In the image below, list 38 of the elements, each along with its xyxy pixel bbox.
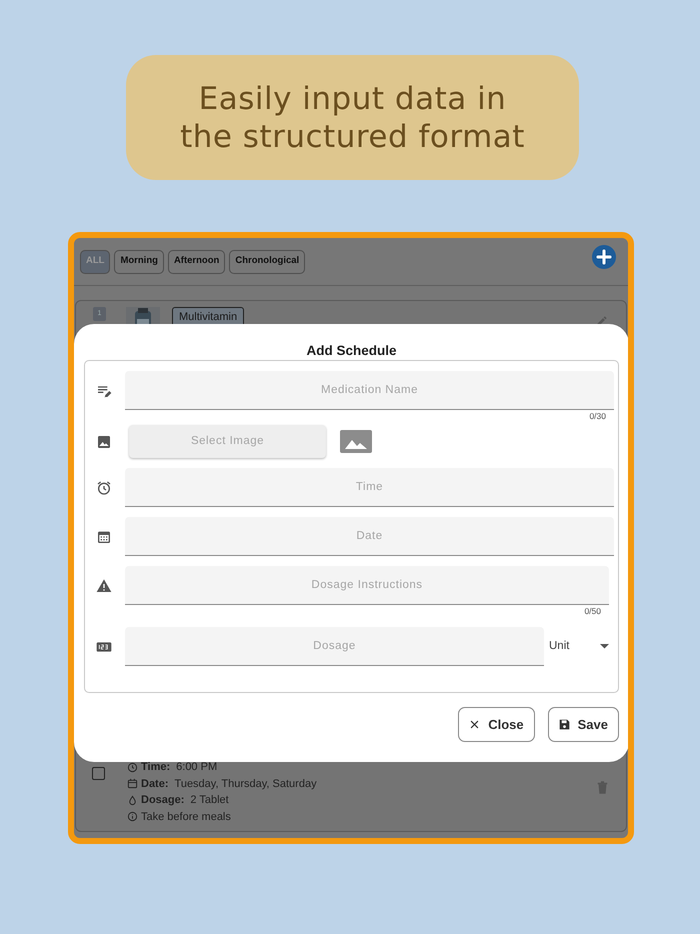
- banner-text: Easily input data in: [198, 80, 506, 118]
- input-field[interactable]: Dosage Instructions: [125, 566, 609, 605]
- close-icon: [469, 719, 480, 730]
- image-placeholder-icon: [340, 430, 372, 453]
- filter-chip[interactable]: Morning: [114, 250, 164, 274]
- add-icon[interactable]: [592, 244, 616, 268]
- input-field[interactable]: Medication Name: [125, 371, 614, 410]
- detail-value: 6:00 PM: [176, 760, 218, 775]
- detail-value: Take before meals: [141, 810, 231, 824]
- banner-text: the structured format: [180, 118, 525, 156]
- filter-chip[interactable]: Chronological: [229, 250, 306, 274]
- save-icon: [558, 719, 570, 730]
- unit-dropdown[interactable]: Unit: [549, 632, 614, 662]
- detail-label: Date:: [141, 776, 169, 792]
- close-button[interactable]: Close: [458, 707, 535, 742]
- save-button[interactable]: Save: [548, 707, 619, 742]
- checkbox[interactable]: [92, 767, 105, 780]
- dialog-title: Add Schedule: [305, 342, 398, 359]
- detail-label: Time:: [141, 760, 170, 775]
- input-field[interactable]: Time: [125, 468, 614, 507]
- calendar-icon: [96, 528, 112, 544]
- detail-value: Tuesday, Thursday, Saturday: [174, 776, 317, 792]
- filter-chip[interactable]: Afternoon: [168, 250, 226, 274]
- caret-icon: [600, 644, 609, 649]
- character-counter: 0/30: [588, 410, 606, 422]
- info-icon: [127, 811, 138, 822]
- input-field[interactable]: Dosage: [125, 627, 544, 666]
- drop-icon: [127, 794, 138, 806]
- image-icon: [96, 434, 112, 450]
- input-field[interactable]: Date: [125, 517, 614, 556]
- calendar-icon: [127, 778, 138, 790]
- trash-icon: [597, 781, 608, 794]
- clock-icon: [127, 762, 138, 773]
- alarm-icon: [96, 480, 112, 496]
- warning-icon: [96, 578, 112, 594]
- detail-value: 2 Tablet: [190, 793, 229, 808]
- character-counter: 0/50: [583, 605, 601, 617]
- detail-label: Dosage:: [141, 793, 184, 808]
